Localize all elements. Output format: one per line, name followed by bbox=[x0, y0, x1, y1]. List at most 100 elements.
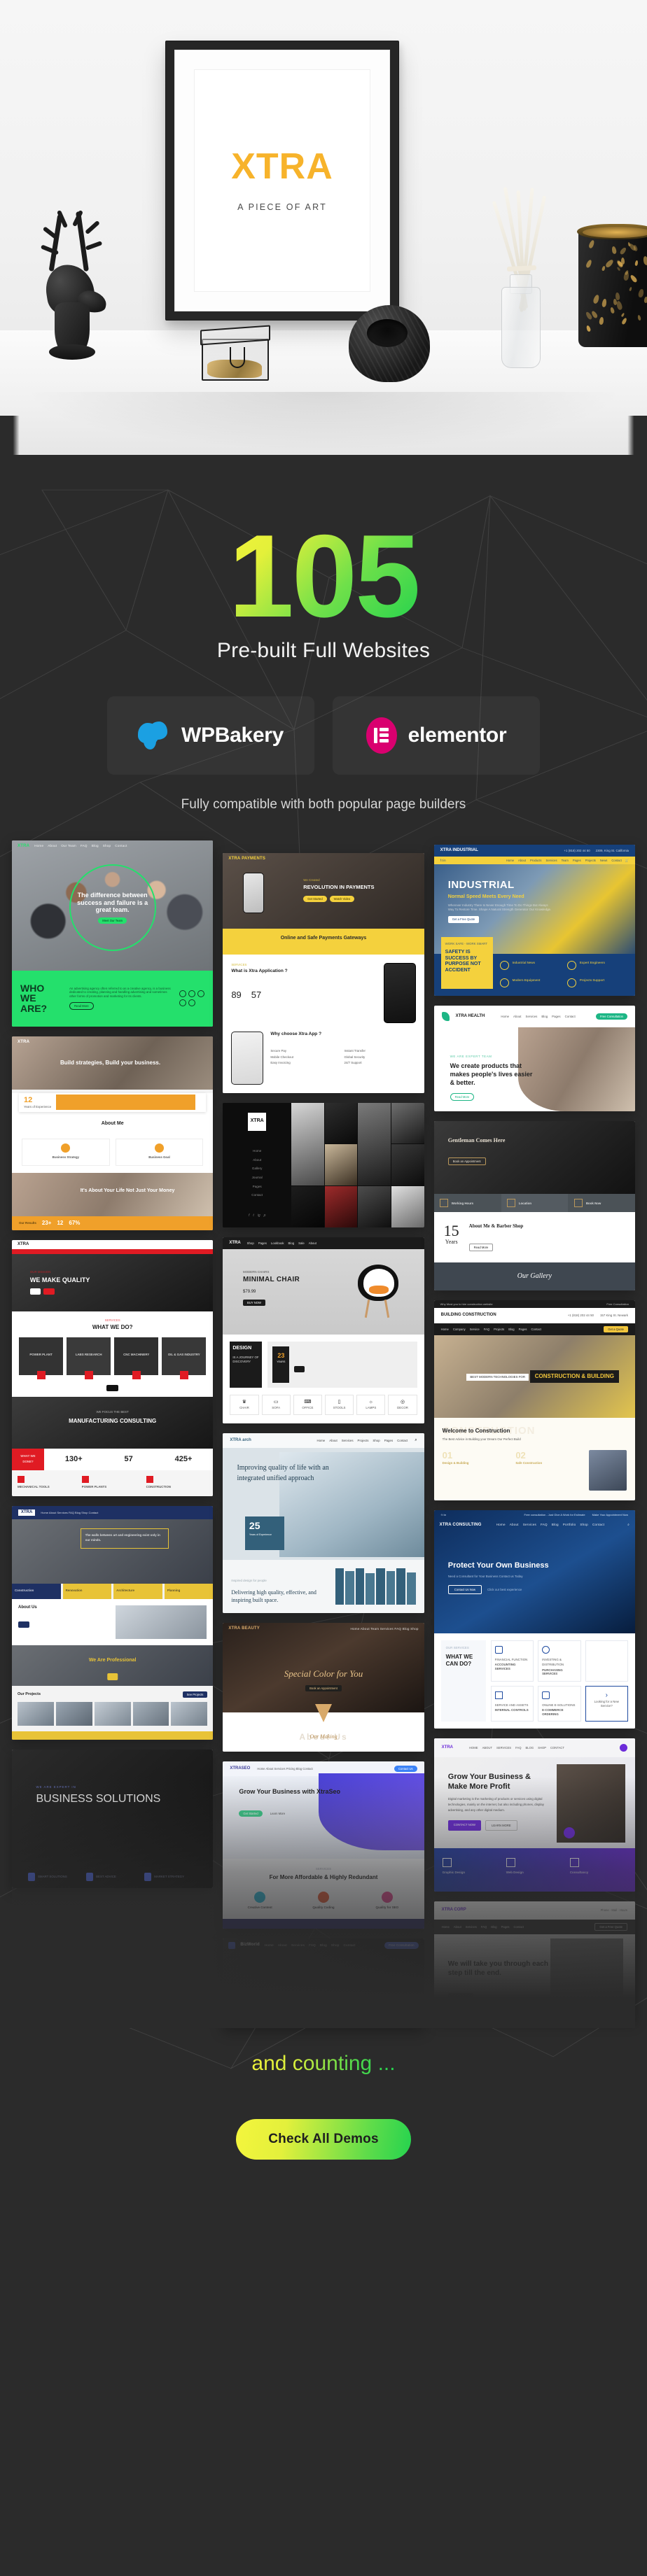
demo-hero-button[interactable]: Get a Free Quote bbox=[448, 916, 480, 922]
demo-hero-button[interactable]: CONTACT NOW bbox=[448, 1820, 481, 1831]
wpbakery-logo-icon bbox=[138, 722, 170, 749]
demo-hero-heading: Gentleman Comes Here bbox=[448, 1137, 536, 1144]
demo-menu-item: Services bbox=[546, 859, 557, 862]
demo-card-steps-light[interactable]: XTRA CORP Phone · Mail · Hours Home Abou… bbox=[434, 1901, 635, 2020]
demo-card-engineering-navy[interactable]: XTRA Home About Services FAQ Blog Shop C… bbox=[12, 1506, 213, 1740]
demo-menu-item: Shop bbox=[580, 1523, 588, 1527]
demo-feature: Instant Transfer bbox=[344, 1049, 415, 1053]
demo-card-seo-agency[interactable]: XTRASEO Home About Services Pricing Blog… bbox=[223, 1761, 424, 1929]
demo-category: LAMPS bbox=[357, 1406, 384, 1410]
demo-card-construction[interactable]: Why Must you to hire construction websit… bbox=[434, 1300, 635, 1500]
demo-nav-button[interactable]: Contact Us bbox=[394, 1766, 417, 1772]
demo-menu-item: About bbox=[278, 1943, 287, 1948]
check-all-demos-button[interactable]: Check All Demos bbox=[236, 2119, 411, 2160]
demo-card-bizworld-dark[interactable]: BizWorld Home About Services FAQ Blog Sh… bbox=[223, 1938, 424, 2028]
demo-service-card: OIL & GAS INDUSTRY bbox=[162, 1353, 206, 1357]
demo-service-eyebrow: INVESTING & DISTRIBUTION bbox=[542, 1658, 564, 1667]
demo-card-business-solutions[interactable]: WE ARE EXPERT IN BUSINESS SOLUTIONS SMAR… bbox=[12, 1750, 213, 1888]
demo-card-agency-green[interactable]: XTRA Home About Our Team FAQ Blog Shop C… bbox=[12, 840, 213, 1027]
demo-card-label: Creative Content bbox=[248, 1906, 272, 1909]
builder-card-wpbakery[interactable]: WPBakery bbox=[107, 696, 314, 775]
demo-card-industrial[interactable]: XTRA INDUSTRIAL +1 (818) 202 44 50 2309,… bbox=[434, 845, 635, 997]
demo-nav-button[interactable]: Get a Free Quote bbox=[594, 1923, 627, 1931]
demo-hero-button[interactable]: Watch Video bbox=[330, 896, 355, 902]
demo-product-button[interactable]: BUY NOW bbox=[243, 1300, 265, 1306]
demo-card-architecture[interactable]: XTRA arch Home About Services Projects S… bbox=[223, 1433, 424, 1614]
demo-menu-item: Contact bbox=[611, 859, 621, 862]
demo-card-manufacturing-red[interactable]: XTRA OUR MISSION WE MAKE QUALITY SERVICE… bbox=[12, 1240, 213, 1496]
and-counting-text: and counting ... bbox=[251, 2052, 395, 2076]
demo-hero-button[interactable]: Meet Our Team bbox=[98, 917, 127, 924]
demo-topbar-left: Why Must you to hire construction websit… bbox=[440, 1302, 493, 1306]
demo-hero-button[interactable]: Contact Us Now bbox=[448, 1585, 482, 1594]
demo-hero-button[interactable]: Get Started bbox=[239, 1810, 262, 1817]
demo-about-button[interactable]: Read More bbox=[469, 1244, 494, 1251]
demo-section-eyebrow: OUR SERVICES bbox=[446, 1646, 481, 1650]
demo-card-beauty-salon[interactable]: XTRA BEAUTY Home About Team Services FAQ… bbox=[223, 1623, 424, 1752]
demo-card-medical-green[interactable]: XTRA HEALTH Home About Services Blog Pag… bbox=[434, 1006, 635, 1111]
demo-service-eyebrow: SERVICE AND ASSETS bbox=[495, 1703, 529, 1707]
demo-hero-eyebrow: We Created bbox=[303, 878, 374, 882]
demo-nav-button[interactable]: Free Consultation bbox=[384, 1942, 418, 1948]
demo-service-title: E-COMMERCE ORDERING bbox=[542, 1708, 576, 1716]
twine-ball-icon bbox=[349, 305, 430, 382]
demo-card-fashion-portfolio[interactable]: XTRA Home About Gallery Journal Pages Co… bbox=[223, 1103, 424, 1227]
demo-hero-heading: INDUSTRIAL bbox=[448, 879, 552, 892]
demo-hero-link[interactable]: Click our best experience bbox=[487, 1588, 522, 1592]
demo-hero-heading: WE MAKE QUALITY bbox=[30, 1276, 90, 1284]
demo-projects-button[interactable]: See Projects bbox=[183, 1691, 208, 1698]
demo-hero-button[interactable]: LEARN MORE bbox=[485, 1820, 517, 1831]
search-icon[interactable]: ⌕ bbox=[627, 1523, 629, 1527]
demo-feature: Global Security bbox=[344, 1055, 415, 1060]
demo-nav-button[interactable]: Get a Quote bbox=[604, 1326, 628, 1332]
demo-step-number: 02 bbox=[515, 1450, 579, 1461]
demo-menu-item: BLOG bbox=[526, 1746, 534, 1750]
cart-icon[interactable] bbox=[620, 1744, 627, 1752]
demo-hero-button[interactable]: Learn More bbox=[266, 1810, 289, 1817]
demo-menu-item: Blog bbox=[508, 1328, 514, 1331]
demo-hero-heading: BUSINESS SOLUTIONS bbox=[36, 1793, 160, 1806]
demo-menu-item: Home bbox=[265, 1943, 274, 1948]
play-button-icon[interactable] bbox=[564, 1827, 575, 1838]
demo-hero-button[interactable]: Book an Appointment bbox=[305, 1685, 342, 1691]
demo-stat: 425+ bbox=[175, 1455, 193, 1465]
pinterest-icon[interactable]: p bbox=[264, 1213, 266, 1218]
demo-card-payments-app[interactable]: XTRA PAYMENTS We Created REVOLUTION IN P… bbox=[223, 853, 424, 1093]
headline-block: 105 Pre-built Full Websites WPBakery ele… bbox=[0, 455, 647, 812]
demo-button[interactable]: Read More bbox=[450, 1093, 475, 1101]
demo-stat: 130+ bbox=[65, 1455, 83, 1465]
demo-service-card: Web Design bbox=[506, 1871, 524, 1874]
demo-card-digital-purple[interactable]: XTRA HOME ABOUT SERVICES FAQ BLOG SHOP C… bbox=[434, 1738, 635, 1892]
demo-card-consulting-blue[interactable]: f t in Free consultation - Just Give A W… bbox=[434, 1510, 635, 1729]
demo-screenshot-grid: XTRA Home About Our Team FAQ Blog Shop C… bbox=[12, 840, 635, 2029]
demo-menu-item: Home bbox=[253, 1149, 261, 1153]
demo-section-button[interactable]: Read More bbox=[69, 1002, 94, 1010]
demo-address: 157 King St. Newark bbox=[600, 1314, 628, 1318]
demo-topbar-right: Free Consultation bbox=[606, 1302, 629, 1306]
search-icon[interactable]: ⌕ bbox=[415, 1438, 417, 1444]
instagram-icon[interactable]: ig bbox=[258, 1213, 260, 1218]
demo-service-card: CNC MACHINERY bbox=[114, 1353, 158, 1357]
demo-nav-button[interactable]: Free Consultation bbox=[596, 1013, 627, 1020]
hero-photo-section: XTRA A PIECE OF ART bbox=[0, 0, 647, 455]
demo-more-card[interactable]: Looking for a New Service? bbox=[590, 1700, 624, 1708]
demo-step-number: 01 bbox=[443, 1450, 506, 1461]
demo-band-title: Online and Safe Payments Gateways bbox=[232, 936, 414, 942]
demo-hero-button[interactable]: Get Started bbox=[303, 896, 326, 902]
demo-card-barber-shop[interactable]: Gentleman Comes Here Book an Appointment… bbox=[434, 1121, 635, 1290]
demo-result: 23+ bbox=[42, 1220, 52, 1227]
demo-logo: XTRASEO bbox=[230, 1766, 250, 1772]
demo-menu-item: Home bbox=[34, 844, 43, 848]
demo-logo: XTRA PAYMENTS bbox=[228, 857, 265, 862]
bizworld-logo-icon bbox=[228, 1942, 235, 1949]
cart-icon[interactable]: 🛒 bbox=[625, 859, 629, 862]
demo-menu-item: Products bbox=[530, 859, 542, 862]
demo-hero-button[interactable]: Contact Us bbox=[448, 1993, 474, 2002]
demo-hero-button[interactable]: Book an Appointment bbox=[448, 1157, 486, 1165]
demo-stat-box-label: WHAT WE DONE? bbox=[20, 1454, 35, 1463]
demo-menu-item: Contact bbox=[531, 1328, 541, 1331]
demo-card-financial-advisor[interactable]: XTRA Build strategies, Build your busine… bbox=[12, 1036, 213, 1230]
builder-card-elementor[interactable]: elementor bbox=[333, 696, 540, 775]
demo-card-furniture-shop[interactable]: XTRA Shop Pages Lookbook Blog Sale About… bbox=[223, 1237, 424, 1423]
demo-section-title: WHO WE ARE? bbox=[20, 983, 62, 1014]
